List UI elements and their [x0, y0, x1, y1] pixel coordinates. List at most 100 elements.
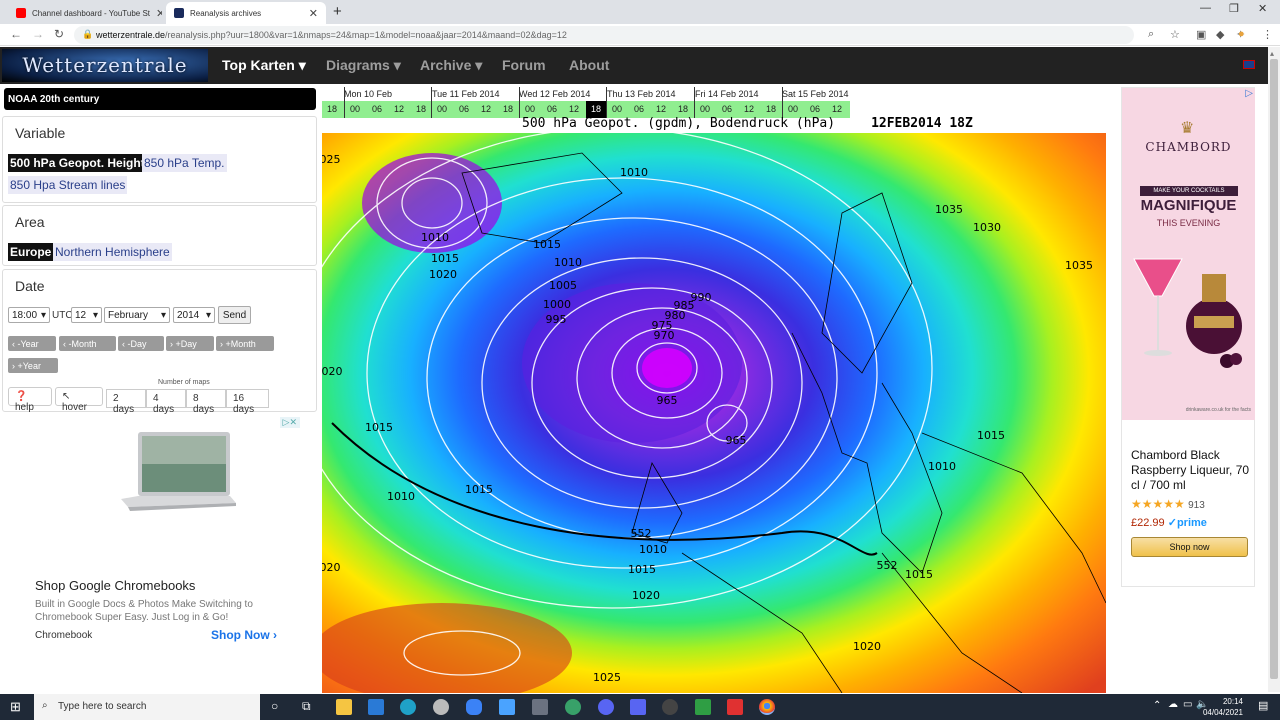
help-button[interactable]: ❓ help — [8, 387, 52, 413]
chevron-down-icon: ▾ — [160, 309, 166, 321]
hour-cell[interactable]: 12 — [389, 101, 409, 118]
maps-8days-button[interactable]: 8 days — [186, 389, 226, 415]
discord-icon[interactable] — [630, 699, 646, 715]
isobar-label: 552 — [631, 527, 652, 540]
app-icon[interactable] — [532, 699, 548, 715]
menu-top-karten[interactable]: Top Karten ▾ — [222, 57, 306, 74]
close-icon[interactable]: ✕ — [150, 7, 162, 20]
variable-850hpa-temp[interactable]: 850 hPa Temp. — [142, 154, 227, 172]
hour-select[interactable]: 18:00 ▾ — [8, 307, 50, 323]
new-tab-icon[interactable]: + — [333, 3, 342, 20]
area-northern-hemisphere[interactable]: Northern Hemisphere — [53, 243, 172, 261]
hour-cell[interactable]: 18 — [411, 101, 431, 118]
tray-chevron-icon[interactable]: ⌃ — [1153, 700, 1161, 711]
taskbar-search[interactable]: ⌕ Type here to search — [34, 694, 260, 720]
camtasia-icon[interactable] — [695, 699, 711, 715]
tab-reanalysis[interactable]: Reanalysis archives ✕ — [166, 2, 326, 24]
year-select[interactable]: 2014 ▾ — [173, 307, 215, 323]
app-icon[interactable] — [662, 699, 678, 715]
hour-cell[interactable]: 18 — [498, 101, 518, 118]
chromebook-ad[interactable]: ▷✕ Shop Google Chromebooks Built in Goog… — [20, 417, 300, 652]
tab-youtube[interactable]: Channel dashboard - YouTube St ✕ — [8, 2, 162, 24]
file-explorer-icon[interactable] — [336, 699, 352, 715]
hour-cell[interactable]: 12 — [476, 101, 496, 118]
edge-icon[interactable] — [400, 699, 416, 715]
notification-icon[interactable]: ▤ — [1258, 699, 1268, 712]
zoom-icon[interactable]: ⌕ — [1148, 28, 1154, 41]
day-label[interactable]: Tue 11 Feb 2014 — [432, 89, 500, 99]
clock-time: 20:14 — [1222, 697, 1243, 706]
hour-cell[interactable]: 06 — [367, 101, 387, 118]
minus-day-button[interactable]: ‹ -Day — [118, 336, 164, 351]
day-label[interactable]: Fri 14 Feb 2014 — [695, 89, 759, 99]
day-select[interactable]: 12 ▾ — [71, 307, 102, 323]
uk-flag-icon[interactable] — [1243, 60, 1255, 69]
app-icon[interactable] — [433, 699, 449, 715]
weather-map[interactable]: 1010 1035 1030 1015 1010 1010 1020 1015 … — [322, 133, 1106, 693]
app-icon[interactable] — [598, 699, 614, 715]
minus-year-button[interactable]: ‹ -Year — [8, 336, 56, 351]
scroll-up-icon[interactable]: ▴ — [1270, 49, 1274, 58]
cursor-icon: ↖ — [62, 391, 71, 402]
menu-forum[interactable]: Forum — [502, 57, 546, 73]
cloud-icon[interactable]: ☁ — [1168, 699, 1178, 710]
back-icon[interactable]: ← — [10, 27, 22, 41]
shop-now-button[interactable]: Shop now — [1131, 537, 1248, 557]
plus-year-button[interactable]: › +Year — [8, 358, 58, 373]
day-label[interactable]: Mon 10 Feb — [344, 89, 392, 99]
month-select[interactable]: February ▾ — [104, 307, 170, 323]
hour-cell[interactable]: 06 — [454, 101, 474, 118]
cortana-icon[interactable]: ○ — [271, 699, 278, 713]
calendar-app-icon[interactable] — [499, 699, 515, 715]
extension-icon[interactable]: ▣ — [1196, 28, 1206, 41]
minimize-icon[interactable]: — — [1200, 2, 1211, 14]
scrollbar[interactable]: ▴ — [1268, 47, 1280, 692]
adchoices-icon[interactable]: ▷ — [1245, 88, 1253, 99]
chambord-ad[interactable]: ▷ ♛ CHAMBORD MAKE YOUR COCKTAILS MAGNIFI… — [1121, 87, 1255, 587]
plus-day-button[interactable]: › +Day — [166, 336, 214, 351]
maps-4days-button[interactable]: 4 days — [146, 389, 186, 415]
send-button[interactable]: Send — [218, 306, 251, 324]
minus-month-button[interactable]: ‹ -Month — [59, 336, 116, 351]
adchoices-icon[interactable]: ▷✕ — [279, 417, 300, 428]
app-icon[interactable] — [565, 699, 581, 715]
mail-icon[interactable] — [368, 699, 384, 715]
onedrive-icon[interactable] — [466, 699, 482, 715]
profile-avatar[interactable]: ● — [1238, 28, 1245, 40]
bookmark-star-icon[interactable]: ☆ — [1170, 28, 1180, 41]
menu-dots-icon[interactable]: ⋮ — [1262, 28, 1273, 41]
task-view-icon[interactable]: ⧉ — [302, 699, 311, 714]
hour-cell[interactable]: 00 — [345, 101, 365, 118]
extension-icon[interactable]: ◆ — [1216, 28, 1224, 41]
network-icon[interactable]: ▭ — [1183, 699, 1192, 710]
variable-500hpa[interactable]: 500 hPa Geopot. Height — [8, 154, 147, 172]
scroll-thumb[interactable] — [1270, 59, 1278, 679]
chrome-icon[interactable] — [759, 699, 775, 715]
day-label[interactable]: Thu 13 Feb 2014 — [607, 89, 676, 99]
hover-button[interactable]: ↖ hover — [55, 387, 103, 413]
maximize-icon[interactable]: ❐ — [1229, 2, 1239, 15]
menu-diagrams[interactable]: Diagrams ▾ — [326, 57, 401, 74]
system-clock[interactable]: 20:14 04/04/2021 — [1199, 696, 1243, 718]
excel-icon[interactable] — [727, 699, 743, 715]
site-logo[interactable]: Wetterzentrale — [2, 49, 208, 82]
shop-now-link[interactable]: Shop Now › — [211, 628, 277, 642]
reload-icon[interactable]: ↻ — [54, 27, 64, 41]
hour-cell[interactable]: 00 — [432, 101, 452, 118]
area-europe[interactable]: Europe — [8, 243, 54, 261]
variable-850hpa-stream[interactable]: 850 Hpa Stream lines — [8, 176, 128, 194]
menu-archive[interactable]: Archive ▾ — [420, 57, 482, 74]
chevron-down-icon: ▾ — [40, 309, 46, 321]
url-field[interactable]: 🔒 wetterzentrale.de/reanalysis.php?uur=1… — [74, 26, 1134, 44]
maps-2days-button[interactable]: 2 days — [106, 389, 146, 415]
hour-cell[interactable]: 18 — [322, 101, 342, 118]
day-label[interactable]: Sat 15 Feb 2014 — [782, 89, 849, 99]
menu-about[interactable]: About — [569, 57, 609, 73]
close-icon[interactable]: ✕ — [303, 7, 318, 20]
maps-16days-button[interactable]: 16 days — [226, 389, 269, 415]
day-label[interactable]: Wed 12 Feb 2014 — [519, 89, 590, 99]
plus-month-button[interactable]: › +Month — [216, 336, 274, 351]
forward-icon[interactable]: → — [32, 27, 44, 41]
window-close-icon[interactable]: ✕ — [1258, 2, 1267, 15]
windows-start-icon[interactable]: ⊞ — [10, 699, 21, 715]
